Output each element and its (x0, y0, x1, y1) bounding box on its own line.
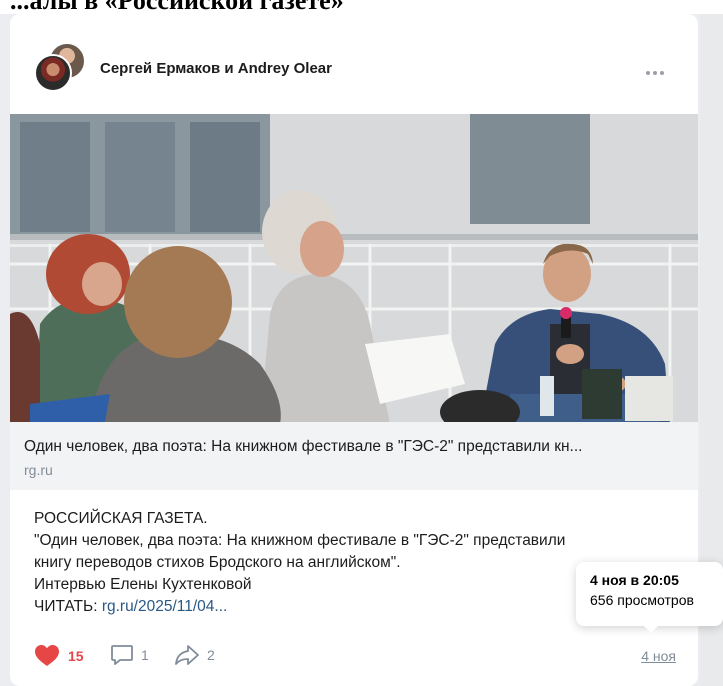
like-button[interactable]: 15 (34, 644, 84, 668)
post-photo[interactable] (10, 114, 698, 422)
tooltip-datetime: 4 ноя в 20:05 (590, 572, 679, 588)
post-date[interactable]: 4 ноя (641, 648, 676, 664)
link-title[interactable]: Один человек, два поэта: На книжном фест… (24, 438, 684, 456)
share-count: 2 (207, 647, 215, 663)
share-icon (175, 645, 199, 665)
post-text-line: Интервью Елены Кухтенковой (34, 576, 252, 593)
share-button[interactable]: 2 (174, 644, 215, 666)
post-text-line: "Один человек, два поэта: На книжном фес… (34, 532, 566, 549)
post-header: Сергей Ермаков и Andrey Olear (10, 14, 698, 114)
top-cropped-heading: ...алы в «Российской газете» (0, 0, 723, 14)
read-link[interactable]: rg.ru/2025/11/04... (102, 598, 228, 615)
link-preview[interactable]: Один человек, два поэта: На книжном фест… (10, 422, 698, 490)
photo-illustration (10, 114, 698, 422)
read-label: ЧИТАТЬ: (34, 598, 102, 615)
date-tooltip: 4 ноя в 20:05 656 просмотров (576, 562, 723, 626)
comment-button[interactable]: 1 (110, 644, 149, 666)
post-authors[interactable]: Сергей Ермаков и Andrey Olear (100, 60, 332, 77)
author-avatars[interactable] (34, 42, 86, 94)
post-text-line: РОССИЙСКАЯ ГАЗЕТА. (34, 510, 208, 527)
link-domain: rg.ru (24, 462, 53, 478)
post-text: РОССИЙСКАЯ ГАЗЕТА. "Один человек, два по… (34, 508, 565, 618)
like-count: 15 (68, 648, 84, 664)
comment-count: 1 (141, 647, 149, 663)
comment-icon (111, 645, 133, 665)
more-horizontal-icon[interactable] (646, 62, 668, 75)
tooltip-views: 656 просмотров (590, 592, 694, 608)
heart-icon (35, 645, 59, 666)
avatar[interactable] (34, 54, 72, 92)
read-line: ЧИТАТЬ: rg.ru/2025/11/04... (34, 596, 565, 618)
tooltip-tail (644, 626, 658, 633)
post-actions: 15 1 2 4 ноя (34, 644, 676, 668)
post-text-line: книгу переводов стихов Бродского на англ… (34, 554, 401, 571)
